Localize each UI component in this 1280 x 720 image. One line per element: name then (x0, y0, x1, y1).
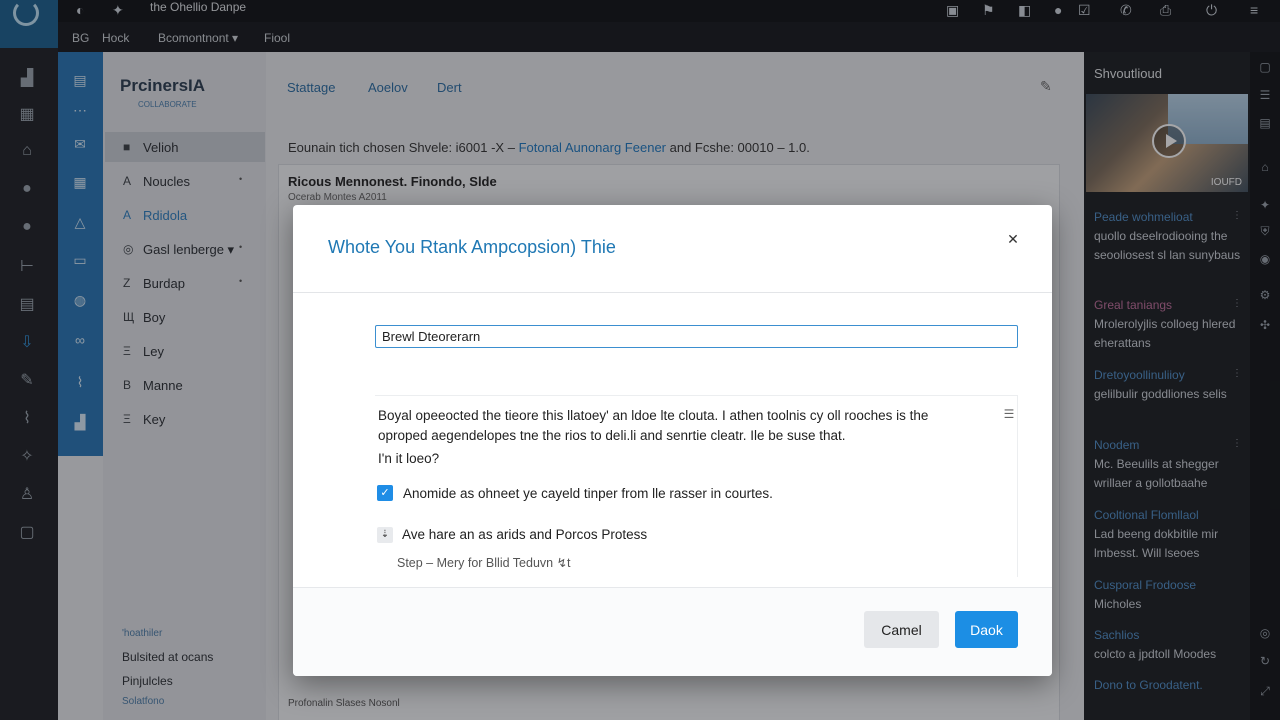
modal-title: Whote You Rtank Ampcopsion) Thie (328, 237, 616, 257)
name-input[interactable] (375, 325, 1018, 348)
cancel-button[interactable]: Camel (864, 611, 939, 648)
step-text: Step – Mery for Bllid Teduvn ↯t (397, 556, 571, 570)
option-label-1: Anomide as ohneet ye cayeld tinper from … (403, 486, 773, 501)
modal-header: Whote You Rtank Ampcopsion) Thie ✕ (293, 205, 1052, 293)
primary-button[interactable]: Daok (955, 611, 1018, 648)
modal-body-text: Boyal opeeocted the tieore this llatoey'… (378, 408, 929, 443)
hamburger-menu-icon[interactable]: ☰ (1002, 407, 1016, 421)
close-icon[interactable]: ✕ (1003, 231, 1023, 251)
expand-arrow-icon[interactable]: ⇣ (377, 527, 393, 543)
checkbox-checked-icon[interactable]: ✓ (377, 485, 393, 501)
modal-question: I'n it loeo? (378, 451, 440, 466)
modal-dialog: Whote You Rtank Ampcopsion) Thie ✕ ☰ Boy… (293, 205, 1052, 676)
option-label-2: Ave hare an as arids and Porcos Protess (402, 527, 648, 542)
